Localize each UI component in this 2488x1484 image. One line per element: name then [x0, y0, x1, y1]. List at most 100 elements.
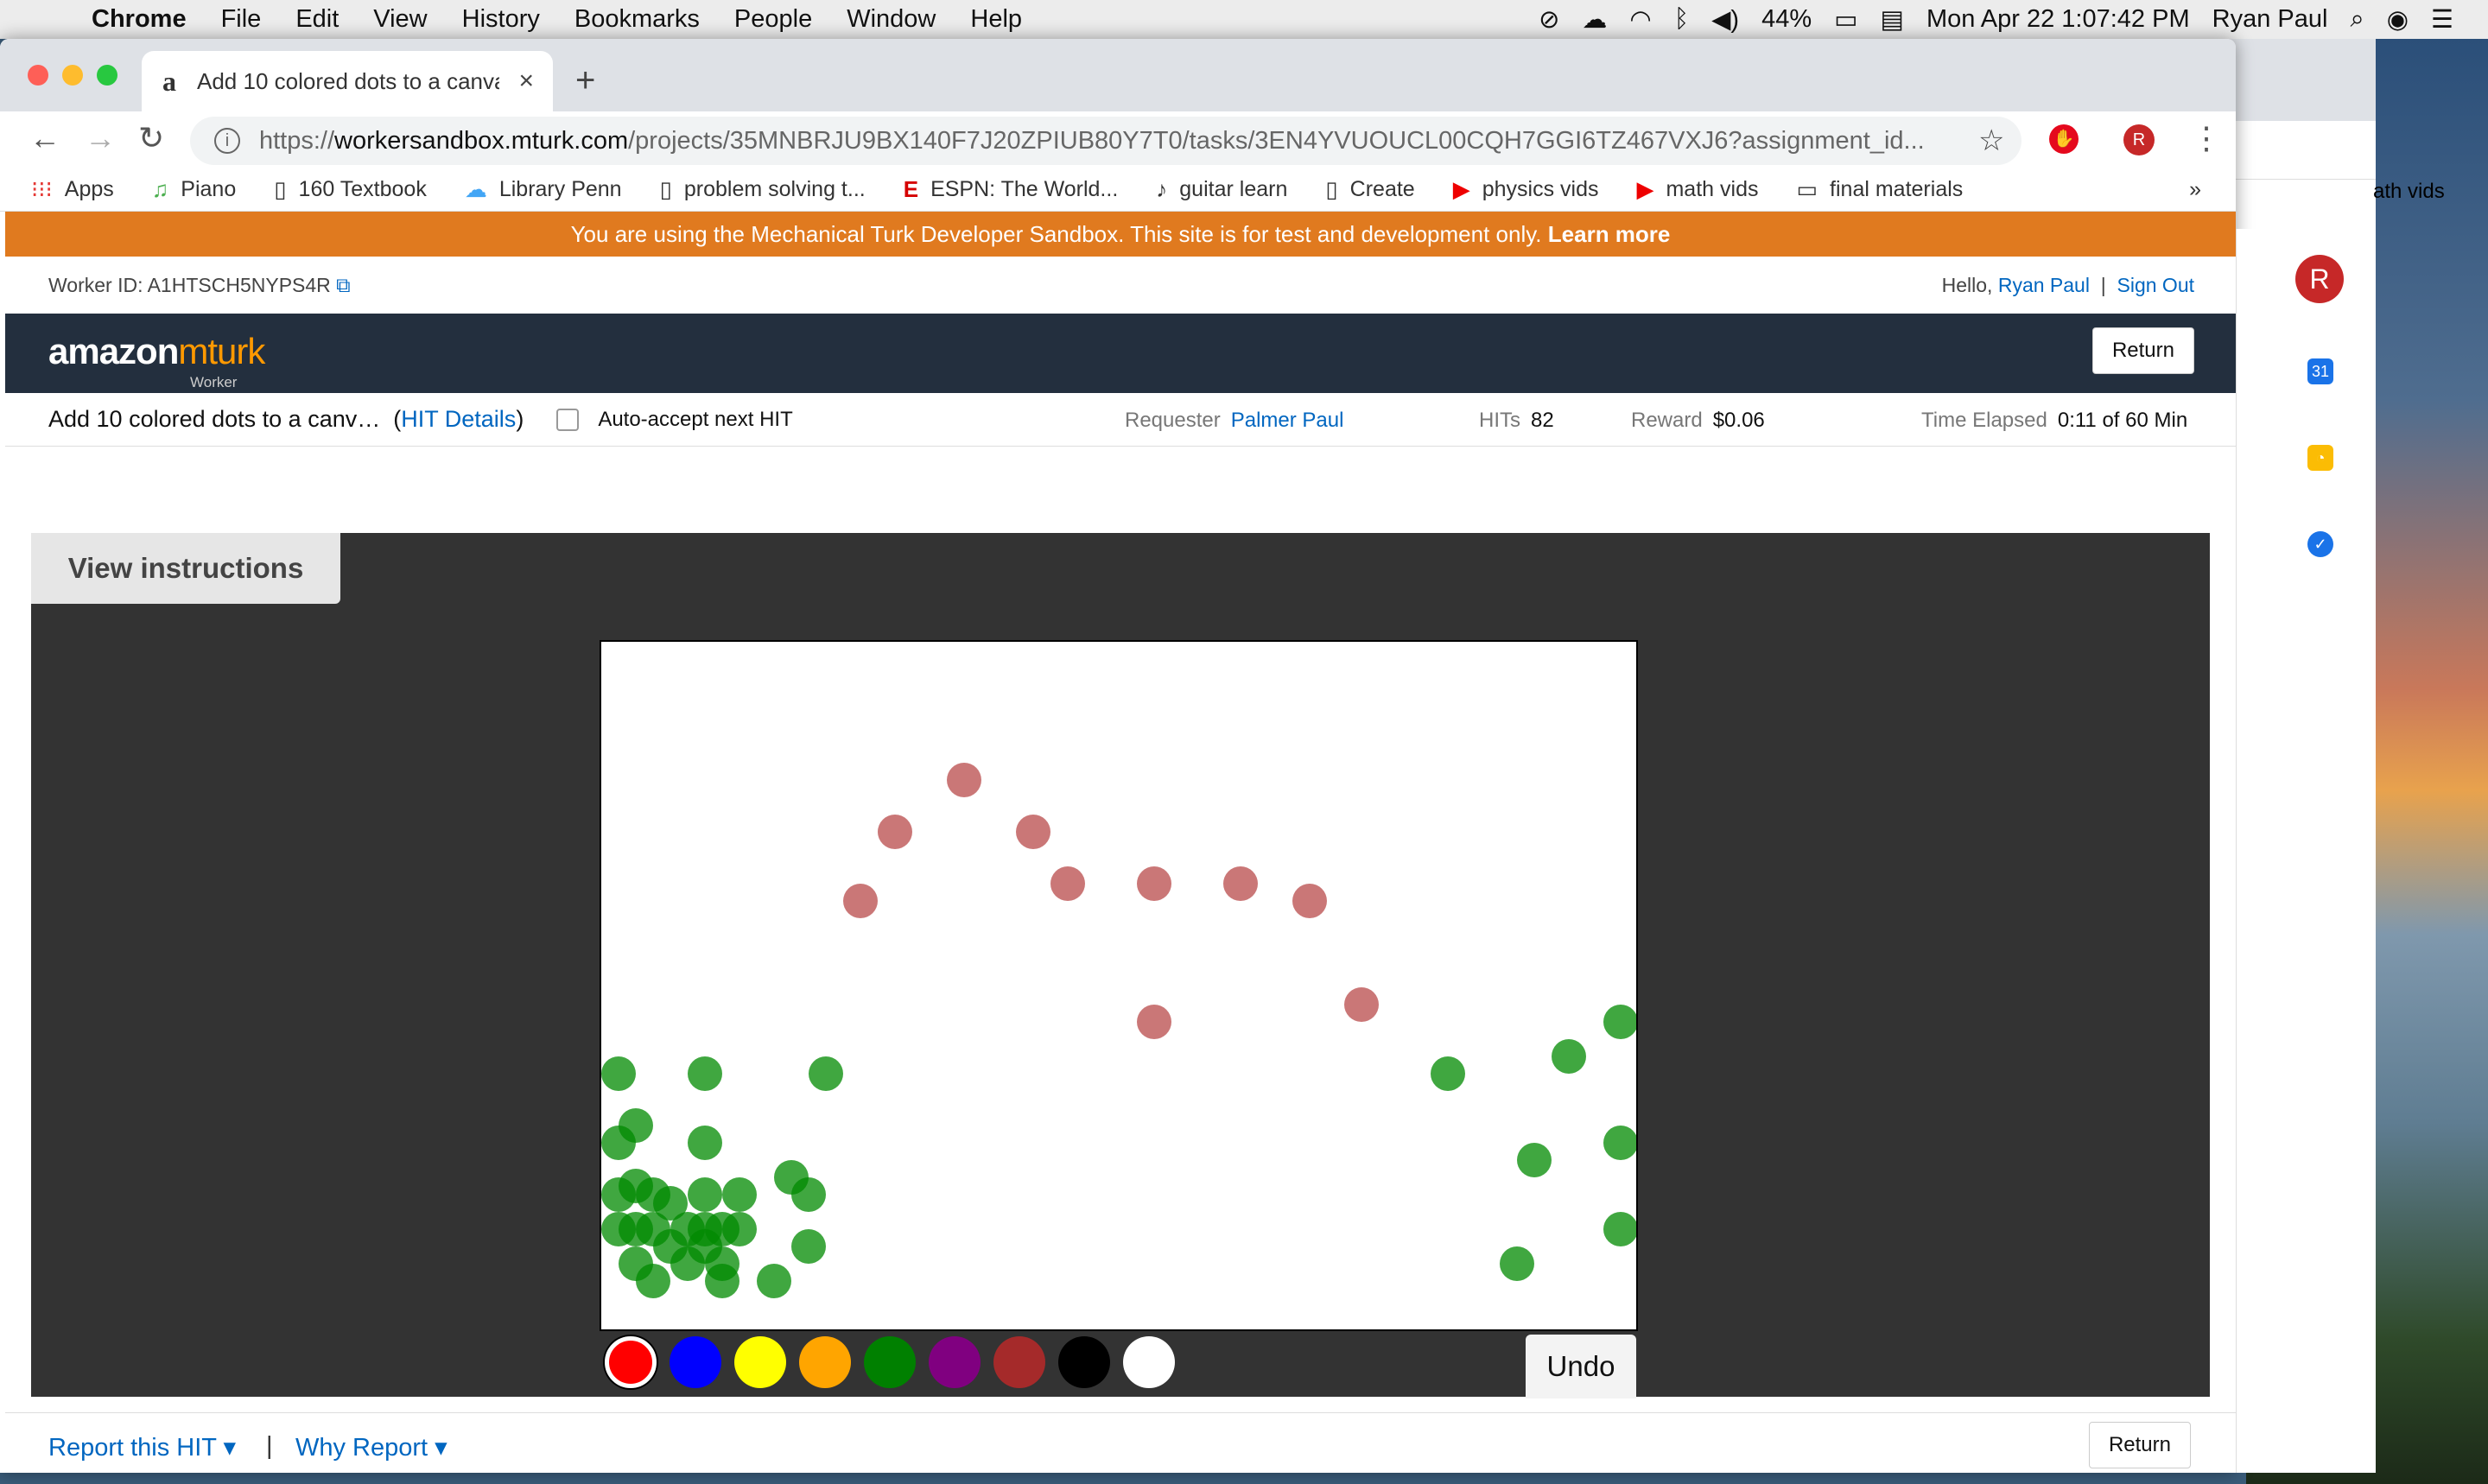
why-report-dropdown[interactable]: Why Report ▾ — [295, 1432, 447, 1462]
zoom-window-button[interactable] — [97, 65, 117, 86]
notification-center-icon[interactable]: ☰ — [2431, 4, 2453, 35]
side-profile-avatar[interactable]: R — [2295, 255, 2344, 303]
user-name-link[interactable]: Ryan Paul — [1998, 274, 2090, 296]
auto-accept-checkbox[interactable] — [556, 408, 580, 431]
view-instructions-button[interactable]: View instructions — [31, 533, 340, 604]
tasks-icon[interactable]: ✓ — [2307, 531, 2333, 557]
canvas-dot — [722, 1177, 757, 1212]
hit-details-link[interactable]: HIT Details — [401, 406, 516, 433]
bookmark-problem-solving[interactable]: ▯ problem solving t... — [660, 176, 866, 203]
sandbox-banner: You are using the Mechanical Turk Develo… — [5, 212, 2236, 257]
bookmark-espn[interactable]: E ESPN: The World... — [904, 176, 1119, 203]
menu-view[interactable]: View — [373, 5, 427, 34]
battery-percent[interactable]: 44% — [1761, 5, 1812, 34]
menu-app-name[interactable]: Chrome — [92, 5, 187, 34]
page-footer: Report this HIT ▾ | Why Report ▾ Return — [5, 1412, 2236, 1473]
canvas-dot — [1137, 866, 1171, 901]
color-swatch[interactable] — [605, 1336, 657, 1388]
return-button-footer[interactable]: Return — [2088, 1422, 2191, 1468]
return-button[interactable]: Return — [2091, 327, 2194, 374]
hit-title: Add 10 colored dots to a canv… — [48, 406, 381, 432]
address-bar[interactable]: i https://workersandbox.mturk.com/projec… — [190, 117, 2022, 165]
folder-icon: ▭ — [1796, 176, 1818, 202]
url-prefix: https:// — [259, 126, 335, 155]
minimize-window-button[interactable] — [62, 65, 83, 86]
info-icon[interactable]: i — [214, 128, 240, 154]
menu-clock[interactable]: Mon Apr 22 1:07:42 PM — [1926, 5, 2190, 34]
mturk-logo[interactable]: amazonmturk Worker — [48, 331, 265, 390]
color-swatch[interactable] — [670, 1336, 721, 1388]
color-swatch[interactable] — [993, 1336, 1045, 1388]
bookmarks-overflow-icon[interactable]: » — [2189, 177, 2201, 202]
report-hit-dropdown[interactable]: Report this HIT ▾ — [48, 1432, 236, 1462]
bookmark-piano[interactable]: ♫ Piano — [152, 176, 236, 203]
canvas-dot — [1050, 866, 1085, 901]
tab-active[interactable]: a Add 10 colored dots to a canva × — [142, 51, 553, 111]
close-window-button[interactable] — [28, 65, 48, 86]
menu-help[interactable]: Help — [970, 5, 1022, 34]
back-arrow-icon[interactable]: ← — [29, 120, 60, 156]
color-swatch[interactable] — [1123, 1336, 1175, 1388]
bookmark-guitar-learn[interactable]: ♪ guitar learn — [1156, 176, 1287, 203]
adblock-extension-icon[interactable]: ✋ — [2049, 124, 2079, 154]
canvas-dot — [1137, 1005, 1171, 1039]
bookmark-star-icon[interactable]: ☆ — [1978, 124, 2004, 158]
menu-window[interactable]: Window — [847, 5, 936, 34]
url-path: /projects/35MNBRJU9BX140F7J20ZPIUB80Y7T0… — [628, 126, 1925, 155]
do-not-disturb-icon[interactable]: ⊘ — [1539, 4, 1559, 35]
bookmark-math-vids[interactable]: ▶ math vids — [1636, 176, 1758, 203]
canvas-dot — [947, 763, 981, 797]
drawing-canvas[interactable] — [600, 640, 1638, 1331]
bookmark-create[interactable]: ▯ Create — [1325, 176, 1414, 203]
reload-icon[interactable]: ↻ — [138, 120, 164, 156]
canvas-dot — [1603, 1005, 1636, 1039]
color-swatch[interactable] — [1058, 1336, 1110, 1388]
chrome-menu-icon[interactable]: ⋮ — [2191, 120, 2222, 156]
color-swatch[interactable] — [799, 1336, 851, 1388]
menu-edit[interactable]: Edit — [295, 5, 339, 34]
undo-button[interactable]: Undo — [1526, 1335, 1636, 1398]
browser-window: a Add 10 colored dots to a canva × + ← →… — [0, 39, 2236, 1473]
canvas-dot — [722, 1212, 757, 1246]
flag-icon[interactable]: ▤ — [1881, 4, 1904, 35]
canvas-dot — [1223, 866, 1258, 901]
apple-icon[interactable] — [35, 7, 60, 33]
copy-icon[interactable]: ⧉ — [336, 274, 350, 296]
bookmark-final-materials[interactable]: ▭ final materials — [1796, 176, 1963, 203]
close-tab-icon[interactable]: × — [518, 67, 534, 96]
menu-bookmarks[interactable]: Bookmarks — [574, 5, 700, 34]
battery-icon[interactable]: ▭ — [1834, 4, 1857, 35]
requester-link[interactable]: Palmer Paul — [1231, 409, 1344, 432]
calendar-icon[interactable]: 31 — [2307, 358, 2333, 384]
keep-icon[interactable]: ◔ — [2307, 445, 2333, 471]
bookmark-apps[interactable]: ⁝⁝⁝ Apps — [31, 176, 114, 203]
menu-user[interactable]: Ryan Paul — [2212, 5, 2328, 34]
canvas-dot — [688, 1177, 722, 1212]
spotlight-icon[interactable]: ⌕ — [2350, 5, 2364, 34]
canvas-dot — [601, 1126, 636, 1160]
bookmark-160-textbook[interactable]: ▯ 160 Textbook — [274, 176, 427, 203]
hits-count: HITs 82 — [1479, 409, 1554, 432]
learn-more-link[interactable]: Learn more — [1548, 221, 1671, 247]
menu-people[interactable]: People — [734, 5, 812, 34]
sign-out-link[interactable]: Sign Out — [2117, 274, 2195, 296]
bookmark-physics-vids[interactable]: ▶ physics vids — [1453, 176, 1599, 203]
youtube-icon: ▶ — [1452, 176, 1470, 202]
color-swatch[interactable] — [734, 1336, 786, 1388]
bluetooth-icon[interactable]: ᛒ — [1674, 5, 1689, 34]
profile-avatar[interactable]: R — [2123, 124, 2155, 155]
wifi-icon[interactable]: ◠ — [1629, 4, 1651, 35]
canvas-dot — [1431, 1056, 1465, 1091]
color-swatch[interactable] — [864, 1336, 916, 1388]
new-tab-button[interactable]: + — [575, 61, 595, 100]
siri-icon[interactable]: ◉ — [2387, 4, 2409, 35]
forward-arrow-icon[interactable]: → — [85, 120, 116, 156]
canvas-dot — [688, 1056, 722, 1091]
menu-history[interactable]: History — [462, 5, 540, 34]
piano-icon: ♫ — [151, 176, 169, 202]
bookmark-library-penn[interactable]: ☁ Library Penn — [465, 176, 622, 203]
volume-icon[interactable]: ◀) — [1711, 4, 1739, 35]
creative-cloud-icon[interactable]: ☁ — [1582, 4, 1607, 35]
menu-file[interactable]: File — [221, 5, 262, 34]
color-swatch[interactable] — [929, 1336, 981, 1388]
